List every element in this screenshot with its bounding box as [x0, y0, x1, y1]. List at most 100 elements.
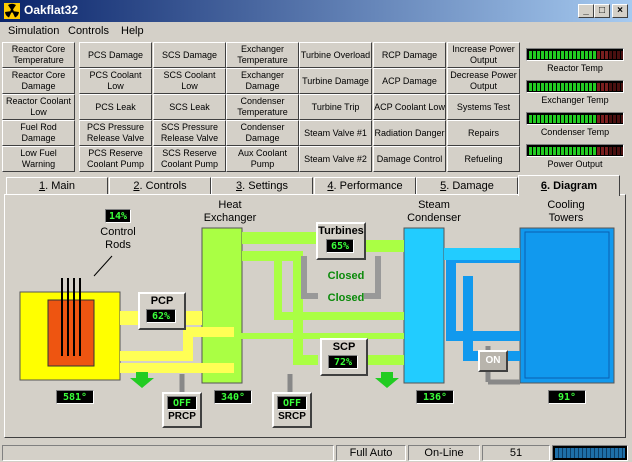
turbines-label: Turbines	[318, 225, 364, 237]
fault-button[interactable]: Low Fuel Warning	[2, 146, 75, 172]
gauge-segment	[561, 51, 564, 59]
gauge-segment	[593, 147, 596, 155]
fault-button[interactable]: Reactor Core Temperature	[2, 42, 75, 68]
tab-2[interactable]: 2. Controls	[109, 177, 211, 194]
gauge-segment	[573, 147, 576, 155]
gauge-segment	[593, 83, 596, 91]
prcp-status: OFF	[167, 396, 197, 410]
tab-3[interactable]: 3. Settings	[211, 177, 313, 194]
gauge-segment	[621, 115, 623, 123]
fault-button[interactable]: Condenser Temperature	[226, 94, 299, 120]
prcp-box[interactable]: OFF PRCP	[162, 392, 202, 428]
fault-button[interactable]: Reactor Core Damage	[2, 68, 75, 94]
status-bar: Full Auto On-Line 51	[0, 443, 632, 462]
srcp-box[interactable]: OFF SRCP	[272, 392, 312, 428]
fault-button[interactable]: SCS Leak	[153, 94, 226, 120]
gauge-segment	[561, 115, 564, 123]
scp-box[interactable]: SCP 72%	[320, 338, 368, 376]
gauge-segment	[601, 147, 604, 155]
fault-button[interactable]: Increase Power Output	[447, 42, 520, 68]
tab-1[interactable]: 1. Main	[6, 177, 108, 194]
fault-button[interactable]: SCS Reserve Coolant Pump	[153, 146, 226, 172]
gauge-segment	[605, 83, 608, 91]
scp-readout: 72%	[328, 355, 358, 369]
gauge-segment	[577, 83, 580, 91]
gauge-segment	[585, 147, 588, 155]
gauge-segment	[545, 147, 548, 155]
gauge-segment	[553, 115, 556, 123]
minimize-button[interactable]: _	[578, 4, 594, 18]
fault-button[interactable]: PCS Pressure Release Valve	[79, 120, 152, 146]
gauge-segment	[605, 115, 608, 123]
fault-button[interactable]: Exchanger Damage	[226, 68, 299, 94]
menu-simulation[interactable]: Simulation	[8, 25, 59, 37]
fault-button[interactable]: Aux Coolant Pump	[226, 146, 299, 172]
maximize-button[interactable]: □	[594, 4, 610, 18]
close-button[interactable]: ×	[612, 4, 628, 18]
gauge-bar	[526, 144, 624, 157]
scp-label: SCP	[332, 341, 356, 353]
gauge-segment	[581, 51, 584, 59]
fault-button[interactable]: Turbine Trip	[299, 94, 372, 120]
reactor-core	[47, 299, 95, 367]
gauge-segment	[577, 51, 580, 59]
gauge-label: Exchanger Temp	[541, 95, 609, 105]
fault-button[interactable]: Repairs	[447, 120, 520, 146]
fault-button[interactable]: Condenser Damage	[226, 120, 299, 146]
tab-5[interactable]: 5. Damage	[416, 177, 518, 194]
condenser-temp-readout: 136°	[416, 390, 454, 404]
gauge-segment	[621, 147, 623, 155]
gauge-segment	[613, 147, 616, 155]
exchanger-temp-readout: 340°	[214, 390, 252, 404]
tab-label: . Settings	[242, 180, 288, 192]
fault-button[interactable]: PCS Coolant Low	[79, 68, 152, 94]
tab-6[interactable]: 6. Diagram	[518, 175, 620, 196]
fault-button[interactable]: Steam Valve #2	[299, 146, 372, 172]
pcp-box[interactable]: PCP 62%	[138, 292, 186, 330]
gauge-segment	[609, 115, 612, 123]
fault-button[interactable]: Steam Valve #1	[299, 120, 372, 146]
fault-button[interactable]: Systems Test	[447, 94, 520, 120]
gauge-segment	[565, 115, 568, 123]
fault-button[interactable]: PCS Leak	[79, 94, 152, 120]
steam-condenser-label: Steam Condenser	[407, 199, 461, 224]
pcp-readout: 62%	[146, 309, 176, 323]
reactor-temp-readout: 581°	[56, 390, 94, 404]
aux-pump-button[interactable]: ON	[478, 350, 508, 372]
fault-button[interactable]: Damage Control	[373, 146, 446, 172]
fault-button[interactable]: ACP Coolant Low	[373, 94, 446, 120]
title-bar: Oakflat32 _ □ ×	[0, 0, 632, 22]
turbines-box[interactable]: Turbines 65%	[316, 222, 366, 260]
gauge-segment	[613, 51, 616, 59]
fault-button[interactable]: Turbine Overload	[299, 42, 372, 68]
plant-diagram: 14% Control Rods Heat Exchanger Steam Co…	[8, 196, 622, 432]
menu-help[interactable]: Help	[121, 25, 144, 37]
tab-label: . Performance	[333, 180, 403, 192]
fault-button[interactable]: Exchanger Temperature	[226, 42, 299, 68]
fault-button[interactable]: Reactor Coolant Low	[2, 94, 75, 120]
steam-valve-2-status[interactable]: Closed	[322, 292, 370, 305]
fault-button[interactable]: Refueling	[447, 146, 520, 172]
fault-button[interactable]: SCS Coolant Low	[153, 68, 226, 94]
steam-valve-1-status[interactable]: Closed	[322, 270, 370, 283]
fault-button[interactable]: Radiation Danger	[373, 120, 446, 146]
gauge-segment	[573, 51, 576, 59]
gauge-bar	[526, 112, 624, 125]
gauge-segment	[609, 147, 612, 155]
fault-button[interactable]: Fuel Rod Damage	[2, 120, 75, 146]
fault-button[interactable]: RCP Damage	[373, 42, 446, 68]
fault-button[interactable]: Decrease Power Output	[447, 68, 520, 94]
fault-button[interactable]: Turbine Damage	[299, 68, 372, 94]
fault-button[interactable]: ACP Damage	[373, 68, 446, 94]
fault-button[interactable]: SCS Damage	[153, 42, 226, 68]
menu-controls[interactable]: Controls	[68, 25, 109, 37]
gauge-segment	[565, 51, 568, 59]
heat-exchanger-label: Heat Exchanger	[203, 199, 257, 224]
gauge-segment	[589, 51, 592, 59]
gauge-segment	[613, 83, 616, 91]
gauge-segment	[553, 83, 556, 91]
fault-button[interactable]: PCS Reserve Coolant Pump	[79, 146, 152, 172]
fault-button[interactable]: PCS Damage	[79, 42, 152, 68]
tab-4[interactable]: 4. Performance	[314, 177, 416, 194]
fault-button[interactable]: SCS Pressure Release Valve	[153, 120, 226, 146]
